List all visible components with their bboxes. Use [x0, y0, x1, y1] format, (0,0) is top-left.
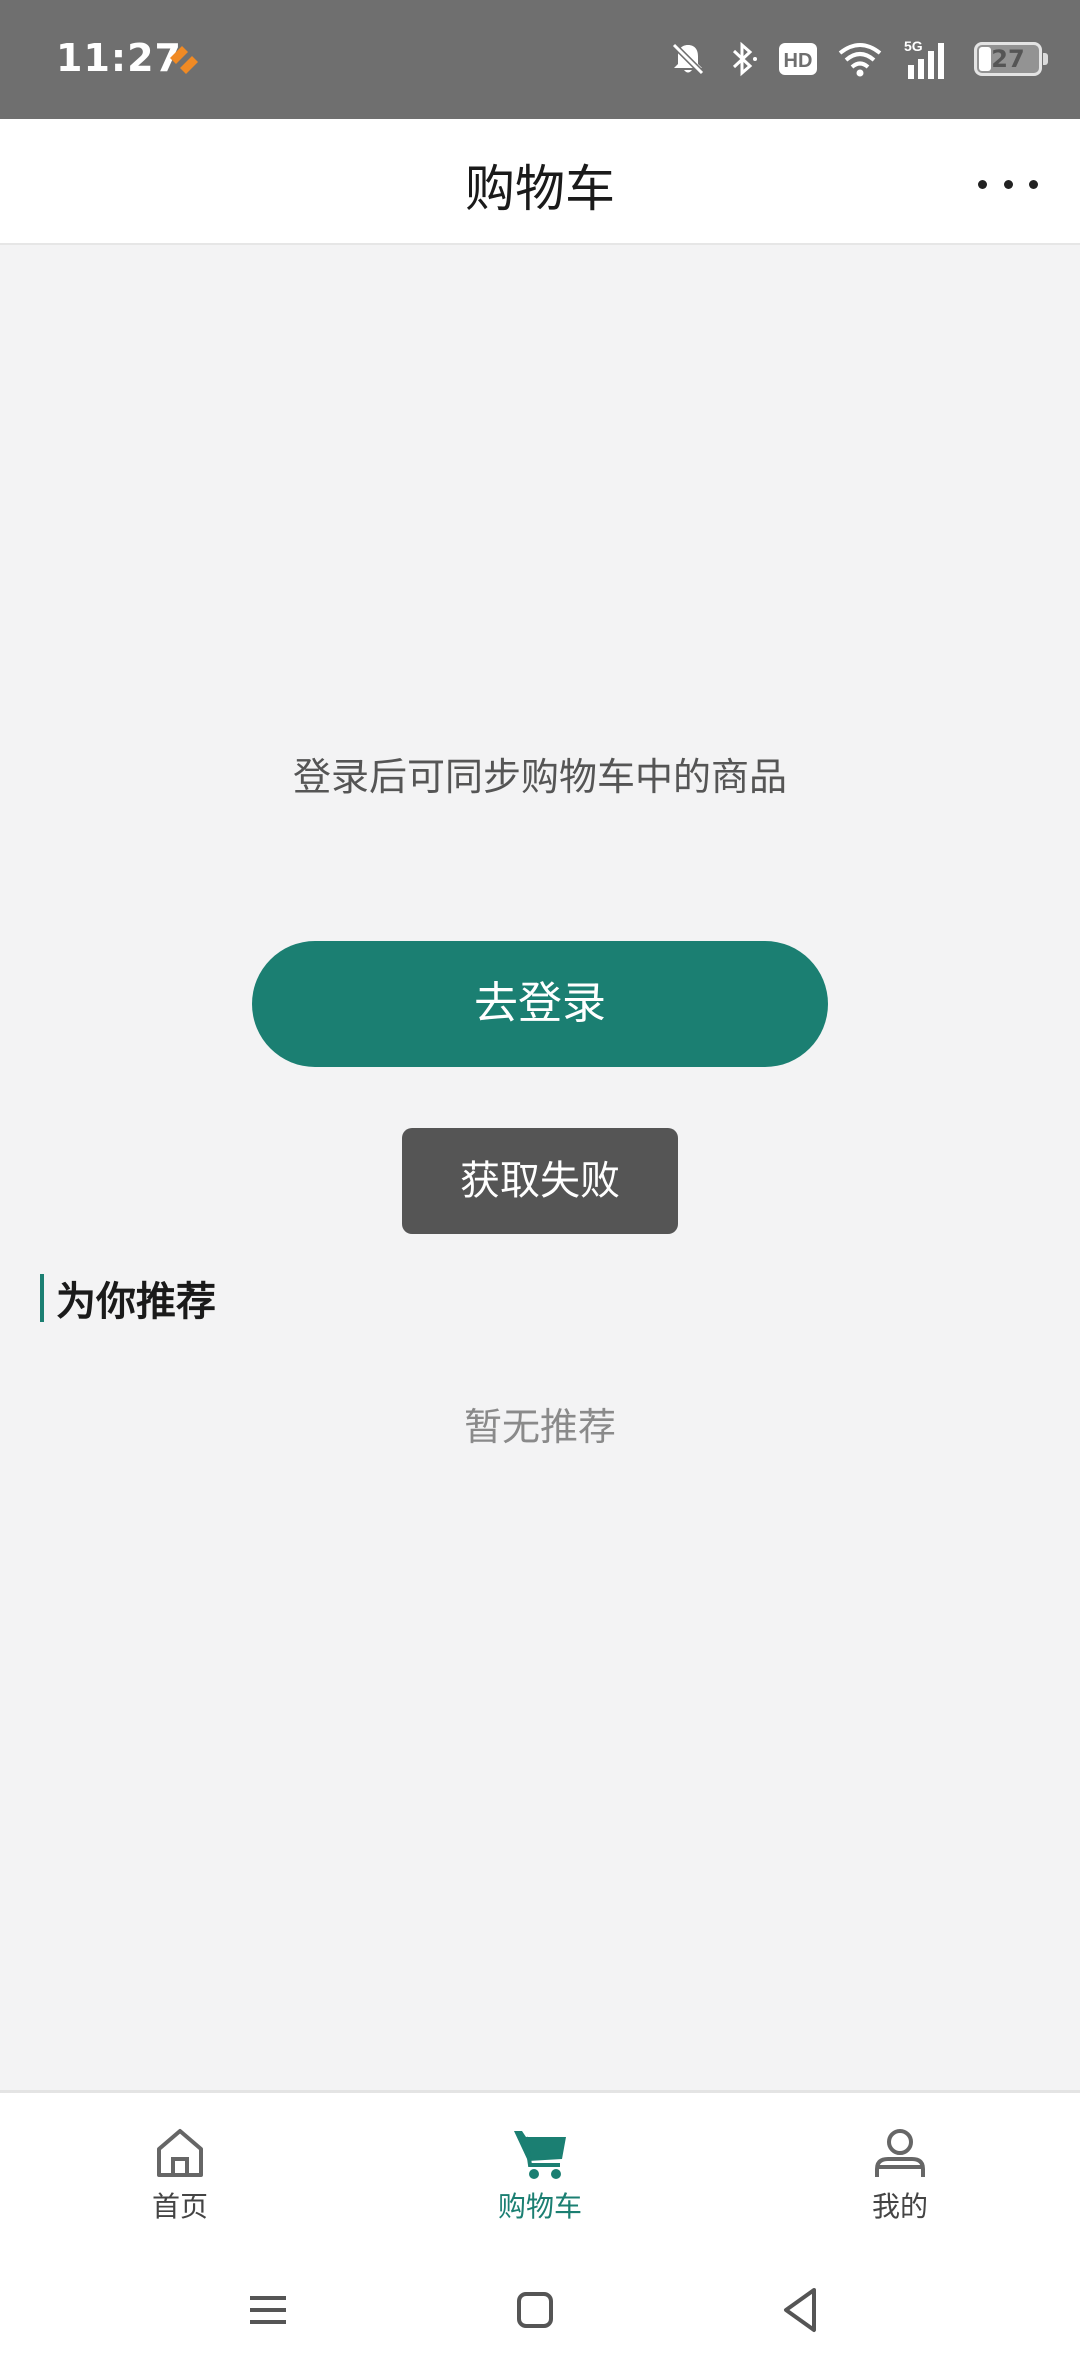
- tab-home[interactable]: 首页: [80, 2125, 280, 2235]
- svg-text:HD: HD: [784, 50, 813, 72]
- section-accent-bar: [40, 1274, 44, 1322]
- battery-level: 27: [991, 45, 1025, 73]
- login-button[interactable]: 去登录: [252, 941, 828, 1067]
- user-icon: [875, 2129, 925, 2177]
- status-bar: 11:27 HD 5G 27: [0, 0, 1080, 119]
- more-dot-icon: [1029, 179, 1038, 189]
- bottom-tab-bar: 首页 购物车 我的: [0, 2090, 1080, 2240]
- tab-mine-label: 我的: [871, 2190, 928, 2223]
- signal-5g-icon: 5G: [904, 38, 944, 79]
- mute-bell-icon: [671, 42, 705, 76]
- more-options-button[interactable]: [978, 169, 1038, 199]
- bluetooth-icon: [732, 41, 757, 77]
- home-icon: [157, 2129, 203, 2177]
- system-nav-bar: [0, 2240, 1080, 2376]
- back-triangle-icon[interactable]: [770, 2280, 830, 2340]
- hd-icon: HD: [779, 43, 817, 75]
- page-title: 购物车: [465, 160, 615, 218]
- title-bar: 购物车: [0, 119, 1080, 245]
- wifi-icon: [838, 43, 882, 77]
- error-toast: 获取失败: [402, 1128, 678, 1234]
- recommend-title: 为你推荐: [56, 1279, 216, 1325]
- tab-mine[interactable]: 我的: [800, 2125, 1000, 2235]
- battery-icon: 27: [974, 42, 1048, 76]
- menu-icon[interactable]: [238, 2280, 298, 2340]
- cart-icon: [514, 2131, 566, 2179]
- recommend-header: 为你推荐: [40, 1272, 216, 1325]
- login-hint: 登录后可同步购物车中的商品: [292, 755, 787, 799]
- tab-cart-label: 购物车: [497, 2190, 582, 2223]
- svg-text:5G: 5G: [904, 38, 923, 54]
- home-square-icon[interactable]: [505, 2280, 565, 2340]
- more-dot-icon: [978, 179, 987, 189]
- tab-cart[interactable]: 购物车: [440, 2125, 640, 2235]
- app-notification-icon: [170, 46, 198, 74]
- tab-home-label: 首页: [151, 2190, 208, 2223]
- more-dot-icon: [1003, 179, 1013, 189]
- status-time: 11:27: [56, 36, 182, 80]
- status-icons: HD 5G 27: [668, 34, 1048, 84]
- recommend-empty-text: 暂无推荐: [463, 1405, 616, 1449]
